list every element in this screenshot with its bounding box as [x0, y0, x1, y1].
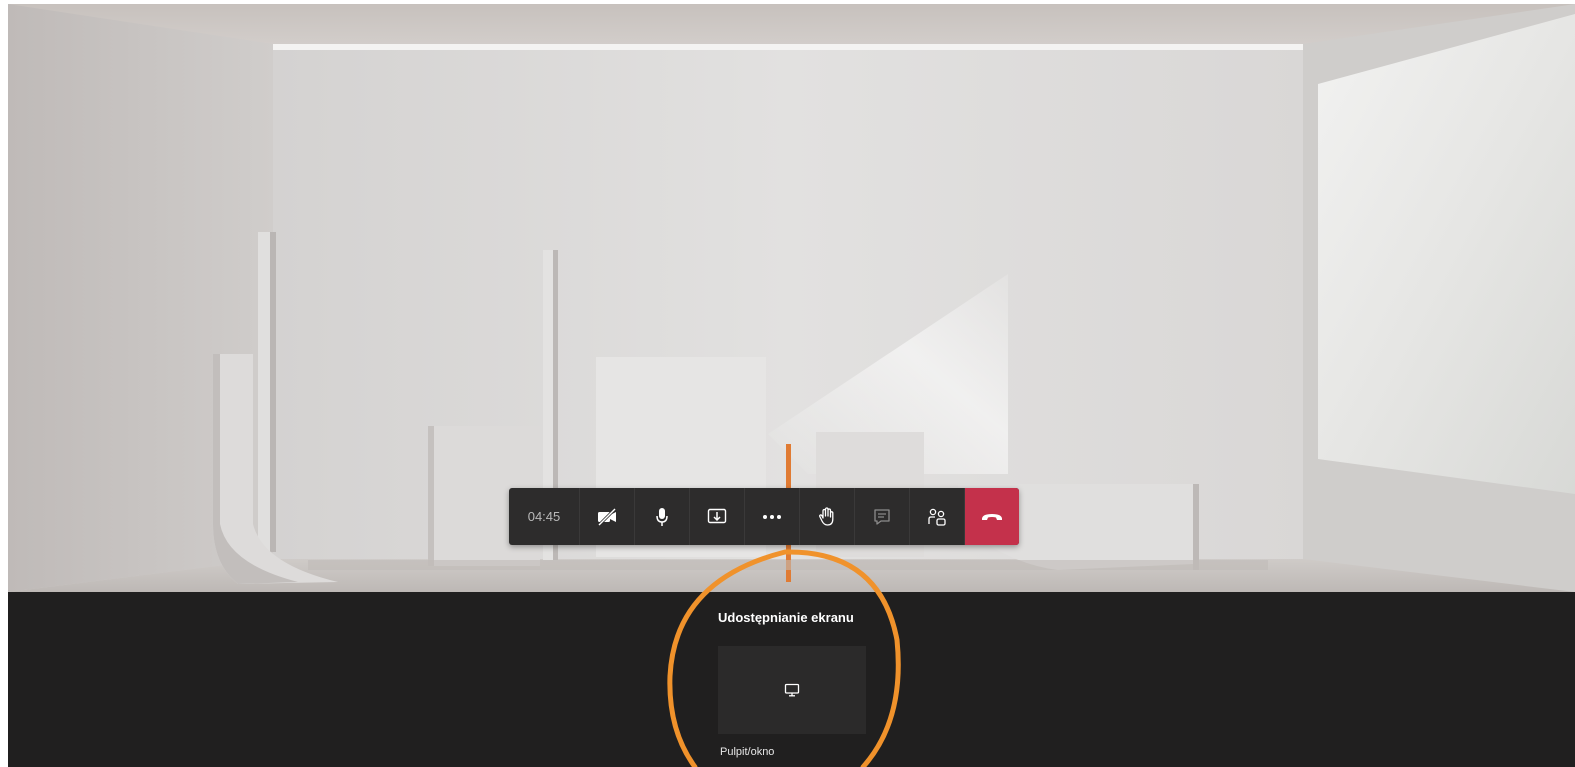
call-timer: 04:45 — [509, 488, 580, 545]
more-actions-icon — [763, 514, 781, 519]
camera-off-icon — [597, 507, 617, 526]
desktop-window-share-label: Pulpit/okno — [720, 746, 775, 758]
raise-hand-icon — [819, 506, 834, 526]
share-content-button[interactable] — [690, 488, 745, 545]
chat-icon — [874, 508, 890, 525]
call-controls-toolbar: 04:45 — [509, 488, 1019, 545]
participants-button[interactable] — [910, 488, 965, 545]
monitor-icon — [784, 683, 800, 697]
screen-sharing-title: Udostępnianie ekranu — [718, 610, 854, 625]
chat-button[interactable] — [855, 488, 910, 545]
hang-up-button[interactable] — [965, 488, 1019, 545]
more-actions-button[interactable] — [745, 488, 800, 545]
teams-meeting-window: 04:45 Udostępnianie ekranu Pulpit/okno — [0, 0, 1575, 767]
microphone-toggle-button[interactable] — [635, 488, 690, 545]
hang-up-icon — [982, 513, 1002, 520]
desktop-window-share-tile[interactable] — [718, 646, 866, 734]
microphone-icon — [656, 507, 668, 526]
camera-toggle-button[interactable] — [580, 488, 635, 545]
raise-hand-button[interactable] — [800, 488, 855, 545]
share-tray-icon — [707, 508, 727, 523]
participants-icon — [928, 508, 946, 526]
